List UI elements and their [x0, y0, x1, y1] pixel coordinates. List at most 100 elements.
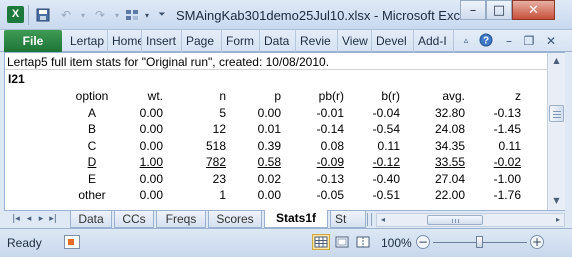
- help-icon[interactable]: ?: [478, 33, 494, 49]
- sheet-tab-stats1f[interactable]: Stats1f: [264, 210, 328, 228]
- close-workbook-icon[interactable]: ✕: [542, 33, 560, 49]
- table-cell[interactable]: 0.58: [226, 154, 281, 171]
- table-cell[interactable]: -1.76: [465, 187, 521, 204]
- table-cell[interactable]: 0.00: [121, 138, 163, 155]
- tab-formulas[interactable]: Form: [222, 30, 260, 52]
- vertical-scrollbar[interactable]: ▲ ▼: [547, 52, 565, 210]
- table-cell[interactable]: 0.11: [344, 138, 400, 155]
- table-cell[interactable]: 24.08: [400, 121, 465, 138]
- next-sheet-icon[interactable]: ▸: [35, 212, 47, 227]
- table-cell[interactable]: 5: [163, 105, 226, 122]
- table-cell[interactable]: 0.02: [226, 171, 281, 188]
- normal-view-icon[interactable]: [312, 234, 330, 250]
- table-cell[interactable]: -1.45: [465, 121, 521, 138]
- customize-qat-icon[interactable]: ⏷: [156, 6, 168, 24]
- horizontal-scrollbar[interactable]: ◂ ▸: [376, 213, 565, 227]
- table-cell[interactable]: -1.00: [465, 171, 521, 188]
- table-cell[interactable]: 0.00: [121, 187, 163, 204]
- table-cell[interactable]: -0.54: [344, 121, 400, 138]
- tab-file[interactable]: File: [4, 30, 62, 52]
- scroll-down-icon[interactable]: ▼: [548, 193, 565, 209]
- table-cell[interactable]: -0.13: [465, 105, 521, 122]
- table-cell[interactable]: other: [63, 187, 121, 204]
- table-cell[interactable]: 27.04: [400, 171, 465, 188]
- table-cell[interactable]: -0.01: [281, 105, 344, 122]
- table-cell[interactable]: -0.05: [281, 187, 344, 204]
- table-cell[interactable]: -0.02: [465, 154, 521, 171]
- qat-custom-icon[interactable]: [123, 6, 141, 24]
- table-cell[interactable]: E: [63, 171, 121, 188]
- zoom-in-button[interactable]: +: [530, 235, 544, 249]
- vertical-scroll-thumb[interactable]: [549, 105, 564, 122]
- tab-data[interactable]: Data: [260, 30, 296, 52]
- table-cell[interactable]: -0.12: [344, 154, 400, 171]
- sheet-tab-data[interactable]: Data: [70, 211, 112, 228]
- tab-lertap[interactable]: Lertap: [66, 30, 108, 52]
- redo-dropdown-icon[interactable]: ▾: [112, 6, 122, 24]
- excel-app-icon[interactable]: X: [7, 6, 24, 23]
- horizontal-scroll-thumb[interactable]: [427, 215, 483, 225]
- table-cell[interactable]: 0.00: [121, 105, 163, 122]
- page-break-preview-icon[interactable]: [354, 234, 372, 250]
- table-cell[interactable]: 782: [163, 154, 226, 171]
- minimize-button[interactable]: –: [460, 0, 486, 20]
- ribbon-minimize-icon[interactable]: ▵: [458, 33, 474, 49]
- tab-review[interactable]: Revie: [296, 30, 338, 52]
- table-cell[interactable]: 22.00: [400, 187, 465, 204]
- table-cell[interactable]: 0.08: [281, 138, 344, 155]
- table-cell[interactable]: 1: [163, 187, 226, 204]
- page-layout-view-icon[interactable]: [333, 234, 351, 250]
- table-cell[interactable]: 518: [163, 138, 226, 155]
- scroll-right-icon[interactable]: ▸: [552, 214, 564, 226]
- table-cell[interactable]: 0.00: [121, 171, 163, 188]
- undo-icon[interactable]: ↶: [55, 6, 77, 24]
- table-cell[interactable]: 0.00: [226, 187, 281, 204]
- table-cell[interactable]: 34.35: [400, 138, 465, 155]
- table-cell[interactable]: 33.55: [400, 154, 465, 171]
- redo-icon[interactable]: ↷: [89, 6, 111, 24]
- sheet-tab-freqs[interactable]: Freqs: [156, 211, 206, 228]
- worksheet-grid[interactable]: Lertap5 full item stats for "Original ru…: [4, 52, 547, 210]
- table-cell[interactable]: -0.04: [344, 105, 400, 122]
- restore-icon[interactable]: ❐: [520, 33, 538, 49]
- workbook-minimize-icon[interactable]: –: [500, 33, 518, 49]
- table-cell[interactable]: -0.51: [344, 187, 400, 204]
- table-cell[interactable]: -0.13: [281, 171, 344, 188]
- zoom-out-button[interactable]: −: [416, 235, 430, 249]
- table-cell[interactable]: -0.09: [281, 154, 344, 171]
- tab-add-ins[interactable]: Add-I: [414, 30, 454, 52]
- table-cell[interactable]: 23: [163, 171, 226, 188]
- table-cell[interactable]: C: [63, 138, 121, 155]
- scroll-left-icon[interactable]: ◂: [377, 214, 389, 226]
- table-cell[interactable]: -0.40: [344, 171, 400, 188]
- sheet-tab-scores[interactable]: Scores: [208, 211, 262, 228]
- first-sheet-icon[interactable]: |◂: [10, 212, 22, 227]
- tab-developer[interactable]: Devel: [372, 30, 414, 52]
- table-cell[interactable]: 0.00: [226, 105, 281, 122]
- scroll-up-icon[interactable]: ▲: [548, 53, 565, 69]
- save-icon[interactable]: [34, 6, 52, 24]
- table-cell[interactable]: -0.14: [281, 121, 344, 138]
- prev-sheet-icon[interactable]: ◂: [23, 212, 35, 227]
- sheet-tab-ccs[interactable]: CCs: [114, 211, 154, 228]
- qat-custom-dropdown-icon[interactable]: ▾: [142, 6, 152, 24]
- close-button[interactable]: ✕: [512, 0, 555, 20]
- tab-view[interactable]: View: [338, 30, 372, 52]
- table-cell[interactable]: 32.80: [400, 105, 465, 122]
- table-cell[interactable]: 0.11: [465, 138, 521, 155]
- table-cell[interactable]: 0.01: [226, 121, 281, 138]
- table-cell[interactable]: B: [63, 121, 121, 138]
- zoom-level[interactable]: 100%: [381, 236, 412, 250]
- table-cell[interactable]: 1.00: [121, 154, 163, 171]
- maximize-button[interactable]: □: [486, 0, 512, 20]
- zoom-slider-thumb[interactable]: [476, 236, 483, 248]
- tab-home[interactable]: Home: [108, 30, 142, 52]
- tab-page-layout[interactable]: Page: [182, 30, 222, 52]
- table-cell[interactable]: 12: [163, 121, 226, 138]
- tab-split-handle[interactable]: [367, 213, 372, 226]
- tab-insert[interactable]: Insert: [142, 30, 182, 52]
- undo-dropdown-icon[interactable]: ▾: [78, 6, 88, 24]
- macro-recording-icon[interactable]: [64, 235, 80, 249]
- table-cell[interactable]: A: [63, 105, 121, 122]
- sheet-tab-stats-partial[interactable]: St: [330, 211, 366, 228]
